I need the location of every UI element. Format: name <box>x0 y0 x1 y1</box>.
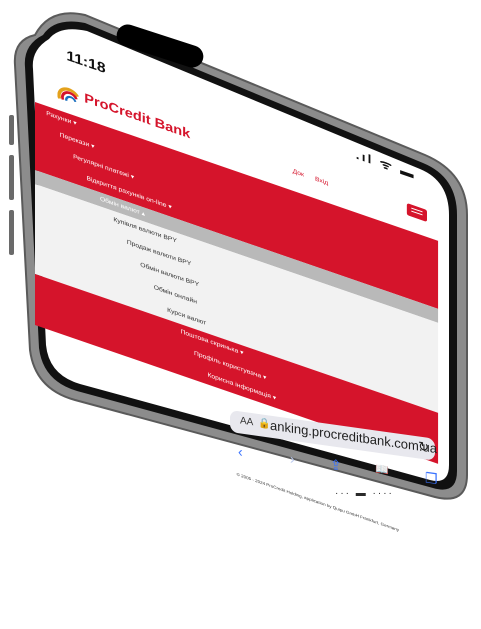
lock-icon: 🔒 <box>258 417 271 431</box>
menu-toggle-button[interactable] <box>406 203 427 222</box>
procredit-logo-icon[interactable] <box>57 80 79 108</box>
phone-mockup: 11:18 .ıl ᯤ ▬ ProCredit Bank Док Вхід Ра… <box>5 5 475 532</box>
text-size-button[interactable]: AA <box>240 415 253 428</box>
tabs-icon[interactable]: ❐ <box>425 469 438 488</box>
login-link[interactable]: Вхід <box>315 176 328 187</box>
forward-icon[interactable]: › <box>290 450 295 467</box>
docs-link[interactable]: Док <box>293 169 304 179</box>
reload-icon[interactable]: ↻ <box>418 438 429 456</box>
menu-item-label: Рахунки <box>46 110 72 126</box>
bookmarks-icon[interactable]: 📖 <box>375 462 389 477</box>
home-indicator: ··· ▬ ···· <box>335 488 394 499</box>
back-icon[interactable]: ‹ <box>238 443 243 460</box>
share-icon[interactable]: ⇪ <box>330 456 342 475</box>
